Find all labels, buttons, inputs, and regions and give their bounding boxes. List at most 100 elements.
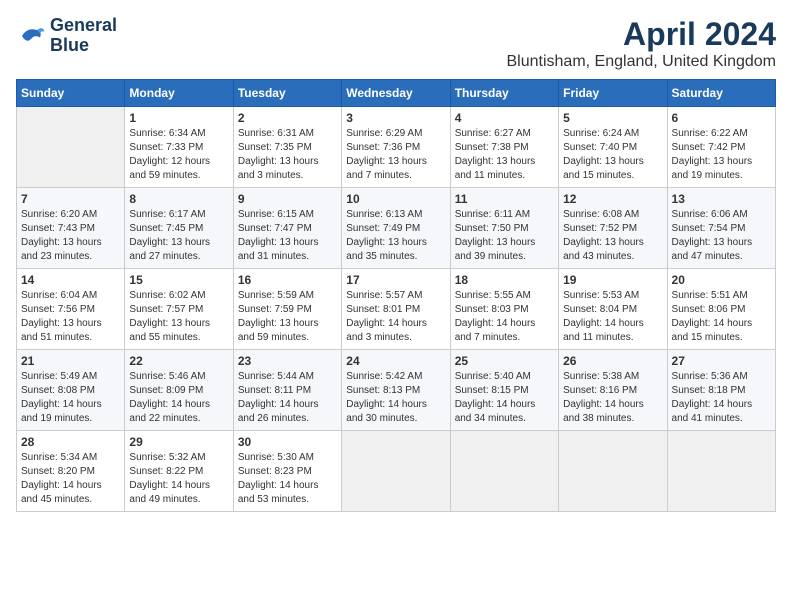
calendar-cell: 12Sunrise: 6:08 AMSunset: 7:52 PMDayligh… [559,188,667,269]
calendar-cell: 14 Sunrise: 6:04 AMSunset: 7:56 PMDayligh… [17,269,125,350]
calendar-cell [667,431,775,512]
day-info: Sunrise: 5:51 AMSunset: 8:06 PMDaylight:… [672,289,771,345]
header-tuesday: Tuesday [233,80,341,107]
calendar-cell: 19 Sunrise: 5:53 AMSunset: 8:04 PMDayligh… [559,269,667,350]
day-number: 2 [238,111,337,125]
calendar-cell: 27 Sunrise: 5:36 AMSunset: 8:18 PMDayligh… [667,350,775,431]
day-info: Sunrise: 6:04 AMSunset: 7:56 PMDaylight:… [21,289,120,345]
day-number: 22 [129,354,228,368]
calendar-cell: 20Sunrise: 5:51 AMSunset: 8:06 PMDayligh… [667,269,775,350]
day-info: Sunrise: 6:11 AMSunset: 7:50 PMDaylight:… [455,208,554,264]
day-number: 29 [129,435,228,449]
day-info: Sunrise: 6:15 AMSunset: 7:47 PMDaylight:… [238,208,337,264]
day-number: 18 [455,273,554,287]
day-info: Sunrise: 6:06 AMSunset: 7:54 PMDaylight:… [672,208,771,264]
day-number: 3 [346,111,445,125]
header-wednesday: Wednesday [342,80,450,107]
calendar-body: 1 Sunrise: 6:34 AMSunset: 7:33 PMDaylight… [17,107,776,512]
calendar-cell [342,431,450,512]
day-info: Sunrise: 5:55 AMSunset: 8:03 PMDaylight:… [455,289,554,345]
day-number: 12 [563,192,662,206]
week-row-4: 21 Sunrise: 5:49 AMSunset: 8:08 PMDayligh… [17,350,776,431]
day-info: Sunrise: 5:49 AMSunset: 8:08 PMDaylight:… [21,370,120,426]
month-title: April 2024 [507,16,777,53]
day-info: Sunrise: 6:27 AMSunset: 7:38 PMDaylight:… [455,127,554,183]
calendar-cell: 15 Sunrise: 6:02 AMSunset: 7:57 PMDayligh… [125,269,233,350]
page-header: General Blue April 2024 Bluntisham, Engl… [16,16,776,71]
day-number: 13 [672,192,771,206]
calendar-cell [17,107,125,188]
day-info: Sunrise: 6:31 AMSunset: 7:35 PMDaylight:… [238,127,337,183]
day-info: Sunrise: 6:22 AMSunset: 7:42 PMDaylight:… [672,127,771,183]
calendar-cell: 24Sunrise: 5:42 AMSunset: 8:13 PMDayligh… [342,350,450,431]
calendar-cell: 1 Sunrise: 6:34 AMSunset: 7:33 PMDaylight… [125,107,233,188]
day-number: 16 [238,273,337,287]
header-sunday: Sunday [17,80,125,107]
location: Bluntisham, England, United Kingdom [507,53,777,71]
calendar-cell [450,431,558,512]
header-monday: Monday [125,80,233,107]
day-info: Sunrise: 5:40 AMSunset: 8:15 PMDaylight:… [455,370,554,426]
day-number: 9 [238,192,337,206]
week-row-5: 28Sunrise: 5:34 AMSunset: 8:20 PMDayligh… [17,431,776,512]
calendar-cell: 23 Sunrise: 5:44 AMSunset: 8:11 PMDayligh… [233,350,341,431]
logo: General Blue [16,16,117,56]
day-info: Sunrise: 6:34 AMSunset: 7:33 PMDaylight:… [129,127,228,183]
header-saturday: Saturday [667,80,775,107]
day-number: 30 [238,435,337,449]
calendar-cell: 7 Sunrise: 6:20 AMSunset: 7:43 PMDaylight… [17,188,125,269]
calendar-cell: 25 Sunrise: 5:40 AMSunset: 8:15 PMDayligh… [450,350,558,431]
calendar-cell: 6Sunrise: 6:22 AMSunset: 7:42 PMDaylight… [667,107,775,188]
header-thursday: Thursday [450,80,558,107]
day-number: 27 [672,354,771,368]
calendar-cell: 18 Sunrise: 5:55 AMSunset: 8:03 PMDayligh… [450,269,558,350]
day-info: Sunrise: 5:32 AMSunset: 8:22 PMDaylight:… [129,451,228,507]
day-info: Sunrise: 6:17 AMSunset: 7:45 PMDaylight:… [129,208,228,264]
day-number: 19 [563,273,662,287]
day-number: 5 [563,111,662,125]
day-info: Sunrise: 6:20 AMSunset: 7:43 PMDaylight:… [21,208,120,264]
day-info: Sunrise: 5:53 AMSunset: 8:04 PMDaylight:… [563,289,662,345]
day-info: Sunrise: 5:42 AMSunset: 8:13 PMDaylight:… [346,370,445,426]
day-info: Sunrise: 5:36 AMSunset: 8:18 PMDaylight:… [672,370,771,426]
day-number: 21 [21,354,120,368]
day-info: Sunrise: 5:44 AMSunset: 8:11 PMDaylight:… [238,370,337,426]
day-info: Sunrise: 6:02 AMSunset: 7:57 PMDaylight:… [129,289,228,345]
day-number: 25 [455,354,554,368]
calendar-cell: 8 Sunrise: 6:17 AMSunset: 7:45 PMDaylight… [125,188,233,269]
day-info: Sunrise: 6:24 AMSunset: 7:40 PMDaylight:… [563,127,662,183]
calendar-cell: 3 Sunrise: 6:29 AMSunset: 7:36 PMDaylight… [342,107,450,188]
day-number: 1 [129,111,228,125]
day-number: 15 [129,273,228,287]
logo-icon [16,21,46,51]
day-info: Sunrise: 6:29 AMSunset: 7:36 PMDaylight:… [346,127,445,183]
day-info: Sunrise: 6:13 AMSunset: 7:49 PMDaylight:… [346,208,445,264]
header-friday: Friday [559,80,667,107]
day-number: 4 [455,111,554,125]
day-number: 10 [346,192,445,206]
day-number: 7 [21,192,120,206]
day-info: Sunrise: 5:46 AMSunset: 8:09 PMDaylight:… [129,370,228,426]
week-row-2: 7 Sunrise: 6:20 AMSunset: 7:43 PMDaylight… [17,188,776,269]
day-number: 26 [563,354,662,368]
calendar-table: SundayMondayTuesdayWednesdayThursdayFrid… [16,79,776,512]
calendar-cell: 2 Sunrise: 6:31 AMSunset: 7:35 PMDaylight… [233,107,341,188]
calendar-cell: 26Sunrise: 5:38 AMSunset: 8:16 PMDayligh… [559,350,667,431]
calendar-cell: 22 Sunrise: 5:46 AMSunset: 8:09 PMDayligh… [125,350,233,431]
calendar-cell: 9 Sunrise: 6:15 AMSunset: 7:47 PMDaylight… [233,188,341,269]
day-number: 23 [238,354,337,368]
calendar-cell: 10 Sunrise: 6:13 AMSunset: 7:49 PMDayligh… [342,188,450,269]
day-number: 8 [129,192,228,206]
day-info: Sunrise: 5:59 AMSunset: 7:59 PMDaylight:… [238,289,337,345]
calendar-cell: 28Sunrise: 5:34 AMSunset: 8:20 PMDayligh… [17,431,125,512]
calendar-cell: 13 Sunrise: 6:06 AMSunset: 7:54 PMDayligh… [667,188,775,269]
day-number: 17 [346,273,445,287]
day-number: 11 [455,192,554,206]
calendar-cell: 29 Sunrise: 5:32 AMSunset: 8:22 PMDayligh… [125,431,233,512]
day-number: 28 [21,435,120,449]
calendar-cell: 5 Sunrise: 6:24 AMSunset: 7:40 PMDaylight… [559,107,667,188]
week-row-1: 1 Sunrise: 6:34 AMSunset: 7:33 PMDaylight… [17,107,776,188]
calendar-cell: 30Sunrise: 5:30 AMSunset: 8:23 PMDayligh… [233,431,341,512]
day-number: 14 [21,273,120,287]
calendar-header-row: SundayMondayTuesdayWednesdayThursdayFrid… [17,80,776,107]
